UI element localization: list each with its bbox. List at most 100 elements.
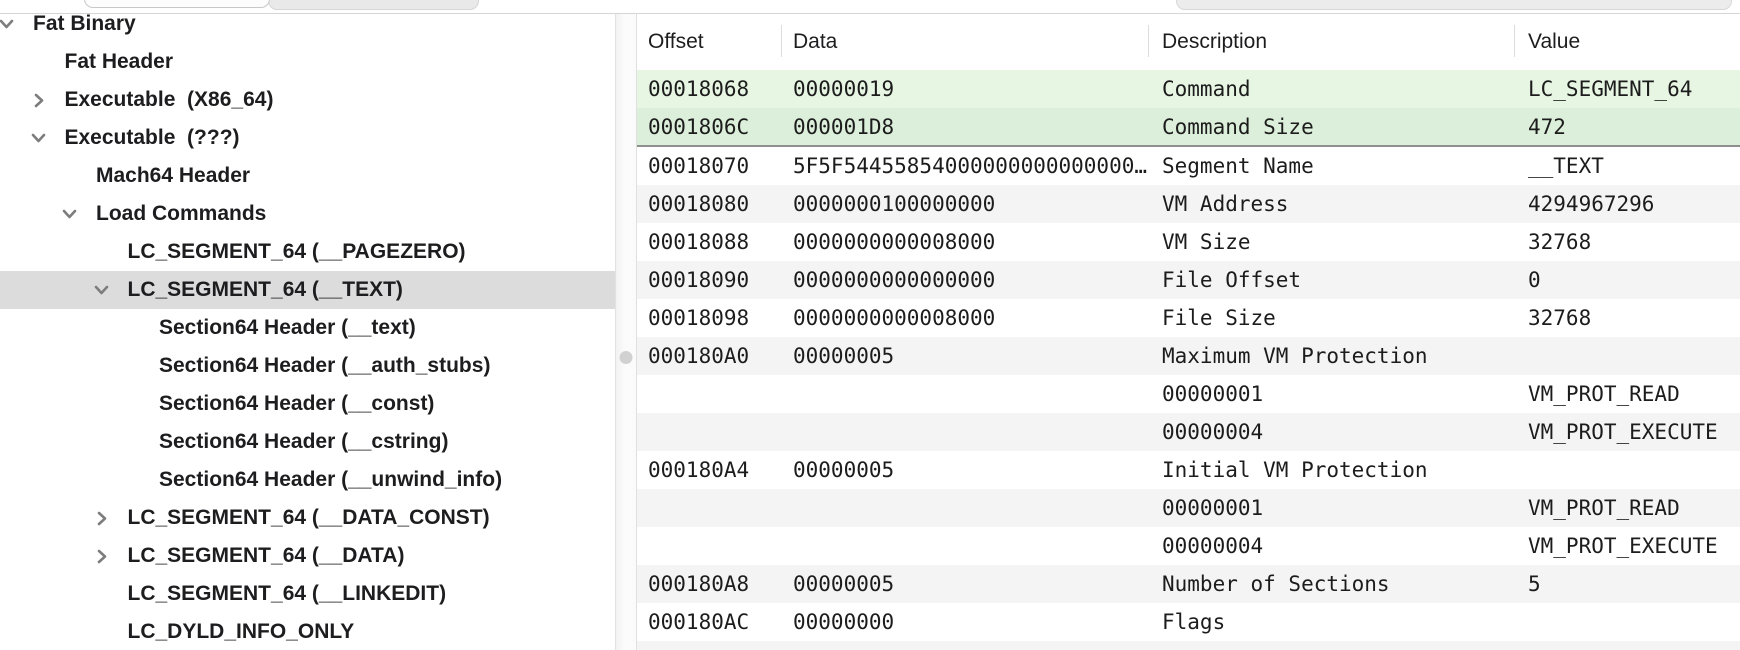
table-row[interactable]: 00000001VM_PROT_READ	[637, 375, 1740, 413]
tree-item[interactable]: Section64 Header (__cstring)	[0, 423, 615, 461]
tree-item-label: LC_SEGMENT_64 (__PAGEZERO)	[128, 233, 466, 271]
tree-item-label: Fat Binary	[33, 14, 136, 43]
cell-data: 00000005	[781, 572, 1148, 596]
chevron-right-icon[interactable]	[94, 548, 110, 564]
cell-data: 5F5F544558540000000000000000000000000000	[781, 154, 1148, 178]
table-row[interactable]: 0001806C000001D8Command Size472	[637, 108, 1740, 147]
table-body: 0001806800000019CommandLC_SEGMENT_640001…	[637, 70, 1740, 650]
split-divider[interactable]	[615, 14, 637, 650]
table-row[interactable]: 000180A000000005Maximum VM Protection	[637, 337, 1740, 375]
cell-description: Maximum VM Protection	[1148, 344, 1514, 368]
cell-value: LC_SEGMENT_64	[1514, 77, 1740, 101]
cell-data: 00000005	[781, 458, 1148, 482]
tree-item[interactable]: LC_SEGMENT_64 (__DATA_CONST)	[0, 499, 615, 537]
cell-data: 00000000	[781, 610, 1148, 634]
toolbar-path-control[interactable]	[84, 0, 270, 8]
cell-offset: 00018070	[637, 154, 781, 178]
tree-item-label: LC_SEGMENT_64 (__TEXT)	[128, 271, 403, 309]
table-row[interactable]: 000180A400000005Initial VM Protection	[637, 451, 1740, 489]
detail-table-pane: Offset Data Description Value 0001806800…	[637, 14, 1740, 650]
cell-value: VM_PROT_READ	[1514, 496, 1740, 520]
chevron-down-icon[interactable]	[0, 16, 15, 32]
tree-item[interactable]: Section64 Header (__text)	[0, 309, 615, 347]
tree-item[interactable]: Fat Header	[0, 43, 615, 81]
column-header-value[interactable]: Value	[1514, 14, 1740, 70]
tree-item[interactable]: LC_SEGMENT_64 (__DATA)	[0, 537, 615, 575]
table-row[interactable]: 0001806800000019CommandLC_SEGMENT_64	[637, 70, 1740, 108]
table-header: Offset Data Description Value	[637, 14, 1740, 70]
tree-item[interactable]: LC_DYLD_INFO_ONLY	[0, 613, 615, 650]
table-row[interactable]: 00000004VM_PROT_EXECUTE	[637, 527, 1740, 565]
cell-description: 00000001	[1148, 382, 1514, 406]
tree-item-label: Section64 Header (__const)	[159, 385, 434, 423]
column-header-description[interactable]: Description	[1148, 14, 1514, 70]
table-row[interactable]: 00000004VM_PROT_EXECUTE	[637, 413, 1740, 451]
column-separator	[1148, 25, 1149, 57]
toolbar-search-field[interactable]	[1176, 0, 1732, 10]
cell-description: Flags	[1148, 610, 1514, 634]
cell-offset: 0001806C	[637, 115, 781, 139]
toolbar-strip	[0, 0, 1740, 14]
tree-item[interactable]: Section64 Header (__unwind_info)	[0, 461, 615, 499]
tree-item[interactable]: LC_SEGMENT_64 (__LINKEDIT)	[0, 575, 615, 613]
tree-item[interactable]: Executable (???)	[0, 119, 615, 157]
tree-item-label: LC_DYLD_INFO_ONLY	[128, 613, 355, 650]
cell-data: 0000000100000000	[781, 192, 1148, 216]
table-row[interactable]: 000180800000000100000000VM Address429496…	[637, 185, 1740, 223]
toolbar-divider	[0, 13, 1740, 14]
cell-offset: 000180A8	[637, 572, 781, 596]
cell-offset: 000180AC	[637, 610, 781, 634]
tree-item[interactable]: Executable (X86_64)	[0, 81, 615, 119]
table-row[interactable]: 000180A800000005Number of Sections5	[637, 565, 1740, 603]
cell-data: 00000005	[781, 344, 1148, 368]
toolbar-segment-control[interactable]	[268, 0, 479, 10]
tree-item[interactable]: Load Commands	[0, 195, 615, 233]
cell-data: 0000000000008000	[781, 306, 1148, 330]
chevron-down-icon[interactable]	[31, 130, 47, 146]
cell-description: Initial VM Protection	[1148, 458, 1514, 482]
cell-value: 5	[1514, 572, 1740, 596]
cell-value: 472	[1514, 115, 1740, 139]
tree-item[interactable]: Section64 Header (__auth_stubs)	[0, 347, 615, 385]
table-row[interactable]: 000180705F5F5445585400000000000000000000…	[637, 147, 1740, 185]
tree-item-label: Section64 Header (__unwind_info)	[159, 461, 502, 499]
table-row[interactable]: 00000001VM_PROT_READ	[637, 489, 1740, 527]
chevron-down-icon[interactable]	[62, 206, 78, 222]
tree-item[interactable]: Section64 Header (__const)	[0, 385, 615, 423]
table-row[interactable]: 000180880000000000008000VM Size32768	[637, 223, 1740, 261]
cell-description: Segment Name	[1148, 154, 1514, 178]
cell-value: __TEXT	[1514, 154, 1740, 178]
chevron-down-icon[interactable]	[94, 282, 110, 298]
cell-value: 4294967296	[1514, 192, 1740, 216]
cell-value: VM_PROT_READ	[1514, 382, 1740, 406]
chevron-right-icon[interactable]	[31, 92, 47, 108]
tree-item[interactable]: Fat Binary	[0, 14, 615, 43]
cell-description: File Size	[1148, 306, 1514, 330]
table-row-partial	[637, 641, 1740, 650]
column-header-offset[interactable]: Offset	[637, 14, 781, 70]
tree-item-label: Section64 Header (__auth_stubs)	[159, 347, 490, 385]
cell-offset: 000180A0	[637, 344, 781, 368]
cell-value: VM_PROT_EXECUTE	[1514, 420, 1740, 444]
cell-description: 00000004	[1148, 534, 1514, 558]
table-row[interactable]: 000180AC00000000Flags	[637, 603, 1740, 641]
table-row[interactable]: 000180900000000000000000File Offset0	[637, 261, 1740, 299]
tree-item[interactable]: LC_SEGMENT_64 (__PAGEZERO)	[0, 233, 615, 271]
tree-item-label: Load Commands	[96, 195, 266, 233]
cell-description: 00000004	[1148, 420, 1514, 444]
cell-description: VM Size	[1148, 230, 1514, 254]
cell-description: Command Size	[1148, 115, 1514, 139]
tree-item-label: Executable (???)	[65, 119, 240, 157]
cell-data: 0000000000000000	[781, 268, 1148, 292]
column-header-data[interactable]: Data	[781, 14, 1148, 70]
tree-item[interactable]: LC_SEGMENT_64 (__TEXT)	[0, 271, 615, 309]
cell-description: VM Address	[1148, 192, 1514, 216]
tree-list: Fat BinaryFat HeaderExecutable (X86_64)E…	[0, 14, 615, 650]
splitter-handle-icon[interactable]	[620, 351, 633, 364]
tree-item-label: Section64 Header (__cstring)	[159, 423, 448, 461]
chevron-right-icon[interactable]	[94, 510, 110, 526]
cell-offset: 00018068	[637, 77, 781, 101]
table-row[interactable]: 000180980000000000008000File Size32768	[637, 299, 1740, 337]
cell-description: 00000001	[1148, 496, 1514, 520]
tree-item[interactable]: Mach64 Header	[0, 157, 615, 195]
